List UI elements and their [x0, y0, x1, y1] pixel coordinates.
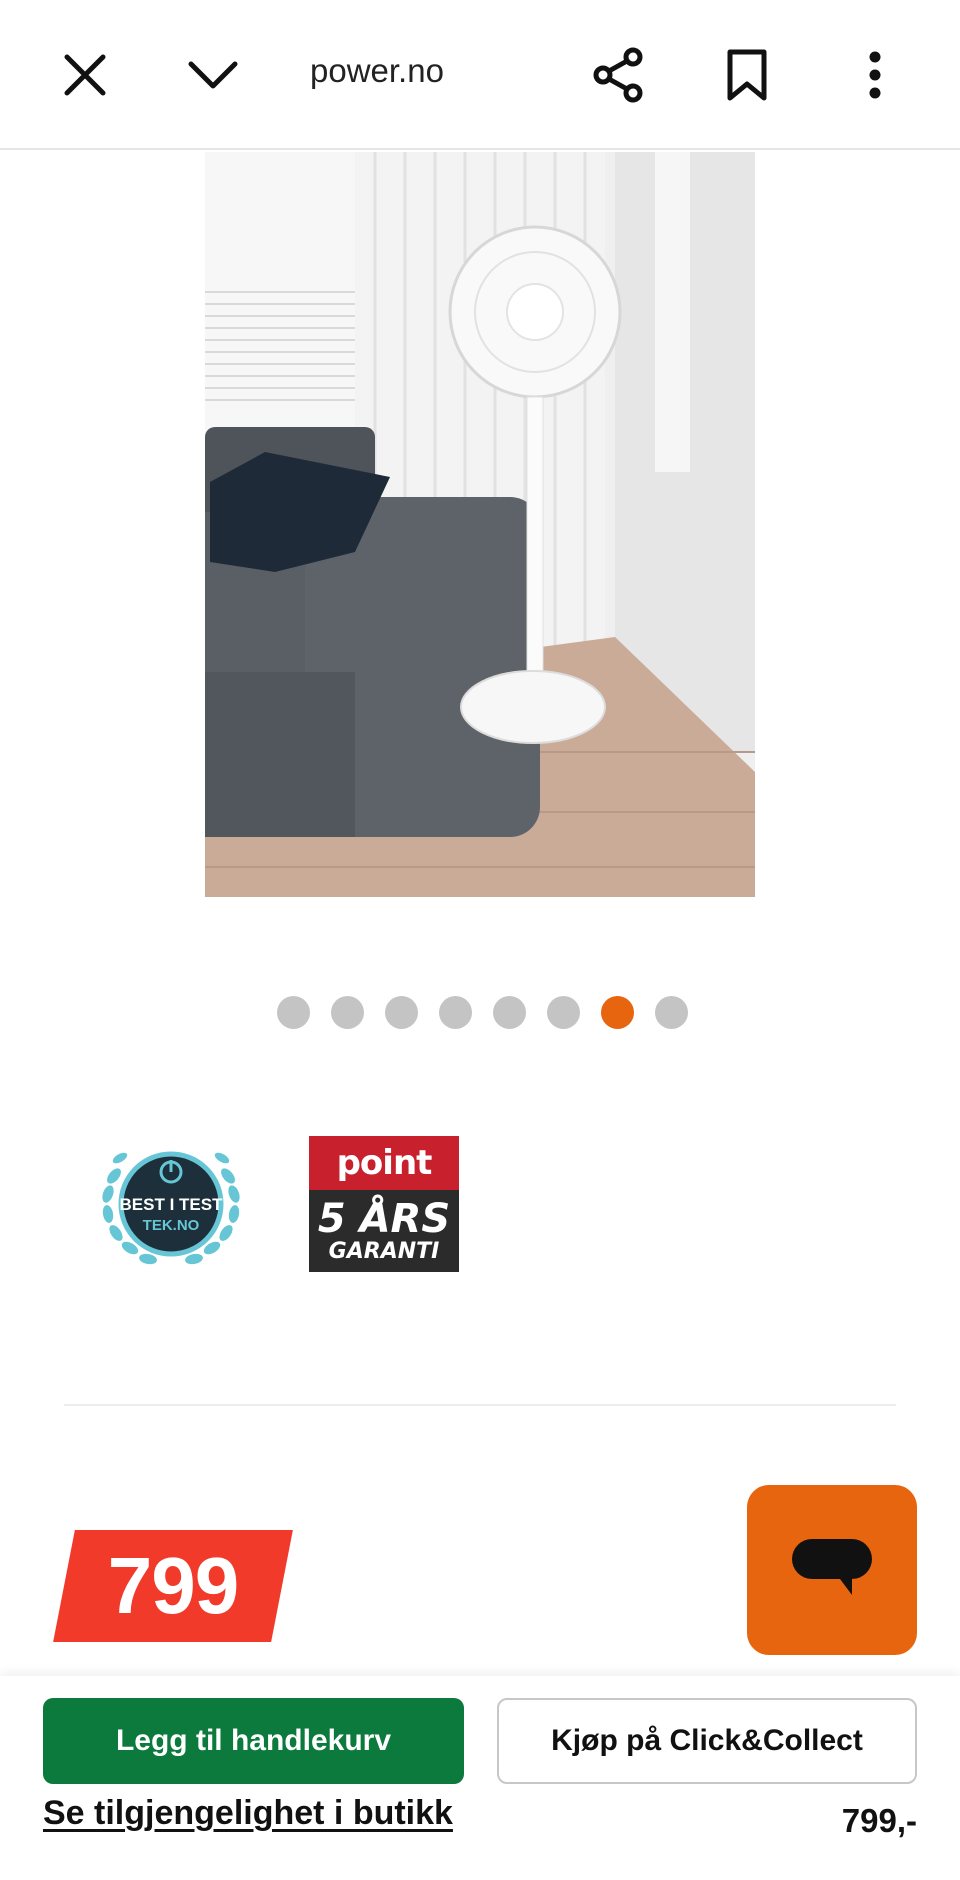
carousel-dot-active[interactable] [601, 996, 634, 1029]
price-value: 799 [107, 1541, 239, 1630]
carousel-dot[interactable] [655, 996, 688, 1029]
carousel-dot[interactable] [277, 996, 310, 1029]
add-to-cart-button[interactable]: Legg til handlekurv [43, 1698, 464, 1784]
bottom-action-bar: Legg til handlekurv Kjøp på Click&Collec… [0, 1676, 960, 1880]
point-guarantee-badge: point 5 ÅRS GARANTI [309, 1136, 459, 1272]
chat-button[interactable] [747, 1485, 917, 1655]
bookmark-icon[interactable] [712, 40, 782, 110]
share-icon[interactable] [584, 40, 654, 110]
chevron-down-icon[interactable] [178, 40, 248, 110]
click-collect-button[interactable]: Kjøp på Click&Collect [497, 1698, 917, 1784]
guarantee-years: 5 ÅRS [317, 1196, 451, 1242]
carousel-dot[interactable] [385, 996, 418, 1029]
product-image[interactable] [205, 152, 755, 897]
best-i-test-text: BEST I TEST [120, 1195, 224, 1214]
close-icon[interactable] [50, 40, 120, 110]
carousel-dot[interactable] [439, 996, 472, 1029]
chat-bubble-icon [792, 1539, 872, 1595]
guarantee-word: GARANTI [328, 1239, 440, 1264]
section-divider [64, 1404, 896, 1406]
carousel-dot[interactable] [547, 996, 580, 1029]
more-vertical-icon[interactable] [840, 40, 910, 110]
carousel-dot[interactable] [493, 996, 526, 1029]
price-tag: 799 [53, 1530, 293, 1642]
url-text[interactable]: power.no [310, 52, 444, 90]
point-brand-text: point [309, 1136, 459, 1190]
best-i-test-badge: BEST I TEST TEK.NO [96, 1136, 246, 1272]
store-availability-link[interactable]: Se tilgjengelighet i butikk [43, 1794, 453, 1833]
bottom-price: 799,- [841, 1802, 917, 1839]
carousel-dots [277, 996, 688, 1029]
browser-toolbar: power.no [0, 0, 960, 150]
tek-no-text: TEK.NO [143, 1217, 200, 1234]
guarantee-label: 5 ÅRS GARANTI [309, 1190, 459, 1272]
carousel-dot[interactable] [331, 996, 364, 1029]
